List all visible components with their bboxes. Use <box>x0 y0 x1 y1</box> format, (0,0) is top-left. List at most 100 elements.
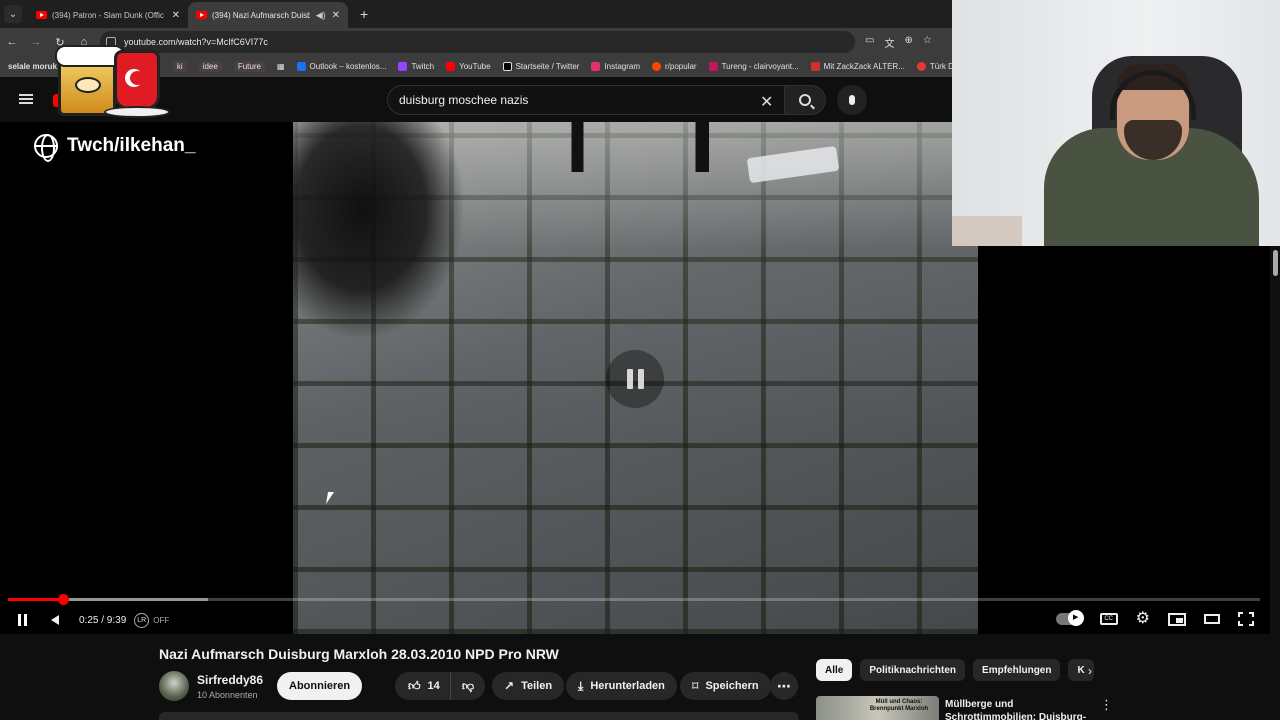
bookmark-item[interactable]: Twitch <box>398 62 434 71</box>
dislike-button[interactable]: 👎︎ <box>451 679 485 694</box>
bookmark-item[interactable]: YouTube <box>446 62 491 71</box>
volume-icon[interactable] <box>51 615 59 625</box>
miniplayer-icon[interactable] <box>1168 612 1186 626</box>
scrollbar-thumb[interactable] <box>1273 250 1278 276</box>
channel-name[interactable]: Sirfreddy86 <box>197 673 263 687</box>
related-chips: Alle Politiknachrichten Empfehlungen K <box>816 659 1094 681</box>
forward-icon[interactable]: → <box>24 36 48 48</box>
download-button[interactable]: ⤓ Herunterladen <box>566 672 677 700</box>
x-twitter-icon <box>502 62 512 71</box>
reddit-icon <box>652 62 662 71</box>
bookmark-item[interactable]: r/popular <box>652 62 697 71</box>
apps-grid-icon[interactable]: ▦ <box>277 62 285 71</box>
translate-icon[interactable]: 文 <box>884 35 894 50</box>
subscriber-count: 10 Abonnenten <box>197 689 258 700</box>
lr-state: OFF <box>153 615 170 625</box>
voice-search-button[interactable] <box>837 85 867 115</box>
bookmark-item[interactable]: Türk Dil <box>916 62 952 71</box>
bookmark-item[interactable]: Outlook – kostenlos... <box>296 62 386 71</box>
save-button[interactable]: ⌑ Speichern <box>680 672 771 700</box>
like-button[interactable]: 👍︎ 14 <box>395 672 451 700</box>
bookmark-item[interactable]: Mit ZackZack ALTER... <box>810 62 905 71</box>
outlook-icon <box>296 62 306 71</box>
stream-overlay-tag: Twch/ilkehan_ <box>34 134 196 162</box>
lr-badge[interactable]: LR <box>134 612 150 628</box>
tab-strip: ⌄ (394) Patron - Slam Dunk (Offic ✕ (394… <box>0 0 952 28</box>
tab-close-icon[interactable]: ✕ <box>172 10 180 21</box>
turk-dil-icon <box>916 62 926 71</box>
overlay-channel-name: Twch/ilkehan_ <box>67 135 196 156</box>
pause-button[interactable] <box>18 614 27 626</box>
recommended-video[interactable]: Müll und Chaos: Brennpunkt Marxloh Müllb… <box>816 696 1116 720</box>
bookmark-label: selale moruk <box>8 62 57 71</box>
tab-nazi-aufmarsch[interactable]: (394) Nazi Aufmarsch Duisb ◀) ✕ <box>188 2 348 28</box>
avatar[interactable] <box>159 671 189 701</box>
zackzack-icon <box>810 62 820 71</box>
description-box[interactable] <box>159 712 799 720</box>
recommendation-menu-icon[interactable]: ⋮ <box>1100 697 1113 713</box>
bookmark-label: idee <box>202 62 218 71</box>
autoplay-toggle[interactable] <box>1055 610 1084 626</box>
subscribe-button[interactable]: Abonnieren <box>277 672 363 700</box>
page-scrollbar[interactable] <box>1270 246 1280 720</box>
tab-title: (394) Patron - Slam Dunk (Offic <box>52 10 164 20</box>
recommended-title[interactable]: Müllberge und Schrottimmobilien: Duisbur… <box>945 698 1095 720</box>
screen: { "browser": { "tabs": [ {"title": "(394… <box>0 0 1280 720</box>
bookmark-item[interactable]: Instagram <box>591 62 640 71</box>
video-legs <box>563 122 733 172</box>
clear-search-icon[interactable]: ✕ <box>760 92 773 112</box>
progress-played <box>8 598 64 601</box>
speaker-icon[interactable]: ◀) <box>316 10 326 21</box>
chevron-right-icon[interactable]: › <box>1088 664 1092 678</box>
address-actions: ▭ 文 ⊕ ☆ <box>865 35 932 50</box>
recommended-thumbnail[interactable]: Müll und Chaos: Brennpunkt Marxloh <box>816 696 939 720</box>
bookmark-label: Future <box>237 62 261 71</box>
tab-patron[interactable]: (394) Patron - Slam Dunk (Offic ✕ <box>28 2 188 28</box>
search-button[interactable] <box>784 85 826 115</box>
video-frame[interactable] <box>293 122 978 634</box>
youtube-favicon-icon <box>36 11 47 19</box>
download-label: Herunterladen <box>590 680 665 692</box>
bookmark-item[interactable]: Future <box>233 61 265 72</box>
theater-mode-icon[interactable] <box>1204 614 1220 624</box>
chip-recommendations[interactable]: Empfehlungen <box>973 659 1061 681</box>
streamer-webcam <box>952 0 1280 246</box>
player-controls: 0:25 / 9:39 LR OFF CC ⚙ <box>0 606 1280 634</box>
settings-icon[interactable]: ⚙ <box>1136 611 1150 627</box>
new-tab-icon[interactable]: + <box>360 6 368 22</box>
cast-icon[interactable]: ▭ <box>865 35 874 50</box>
center-pause-icon[interactable] <box>606 350 664 408</box>
bookmark-item[interactable]: Tureng - clairvoyant... <box>708 62 799 71</box>
bookmark-item[interactable]: ki <box>172 61 187 72</box>
video-title: Nazi Aufmarsch Duisburg Marxloh 28.03.20… <box>159 646 559 662</box>
chip-all[interactable]: Alle <box>816 659 853 681</box>
tab-close-icon[interactable]: ✕ <box>332 10 340 21</box>
chip-politics[interactable]: Politiknachrichten <box>860 659 966 681</box>
bookmark-item[interactable]: Startseite / Twitter <box>502 62 579 71</box>
back-icon[interactable]: ← <box>0 36 24 48</box>
bookmark-label: Instagram <box>604 62 641 71</box>
search-input[interactable]: duisburg moschee nazis <box>387 85 785 115</box>
bookmark-label: YouTube <box>459 62 491 71</box>
progress-bar[interactable] <box>8 594 1260 605</box>
thumbs-up-icon: 👍︎ <box>408 678 421 693</box>
share-button[interactable]: ↗ Teilen <box>492 672 565 700</box>
address-bar[interactable]: youtube.com/watch?v=McIfC6VI77c <box>100 31 855 53</box>
zoom-icon[interactable]: ⊕ <box>904 35 912 50</box>
bookmark-star-icon[interactable]: ☆ <box>923 35 932 50</box>
tab-search-button[interactable]: ⌄ <box>4 5 22 23</box>
microphone-icon <box>849 95 855 105</box>
progress-scrubber[interactable] <box>58 594 70 605</box>
save-label: Speichern <box>705 680 759 692</box>
menu-icon[interactable] <box>19 94 33 104</box>
captions-icon[interactable]: CC <box>1099 613 1118 625</box>
bookmark-label: Türk Dil <box>929 62 952 71</box>
download-icon: ⤓ <box>578 678 584 693</box>
channel-owner[interactable]: Sirfreddy86 10 Abonnenten <box>159 671 263 701</box>
more-actions-button[interactable]: ⋯ <box>770 672 798 700</box>
fullscreen-icon[interactable] <box>1238 612 1254 626</box>
bookmark-item[interactable]: idee <box>198 61 222 72</box>
bookmark-item[interactable]: selale moruk <box>8 62 57 71</box>
owner-text: Sirfreddy86 10 Abonnenten <box>197 673 263 700</box>
instagram-icon <box>591 62 601 71</box>
